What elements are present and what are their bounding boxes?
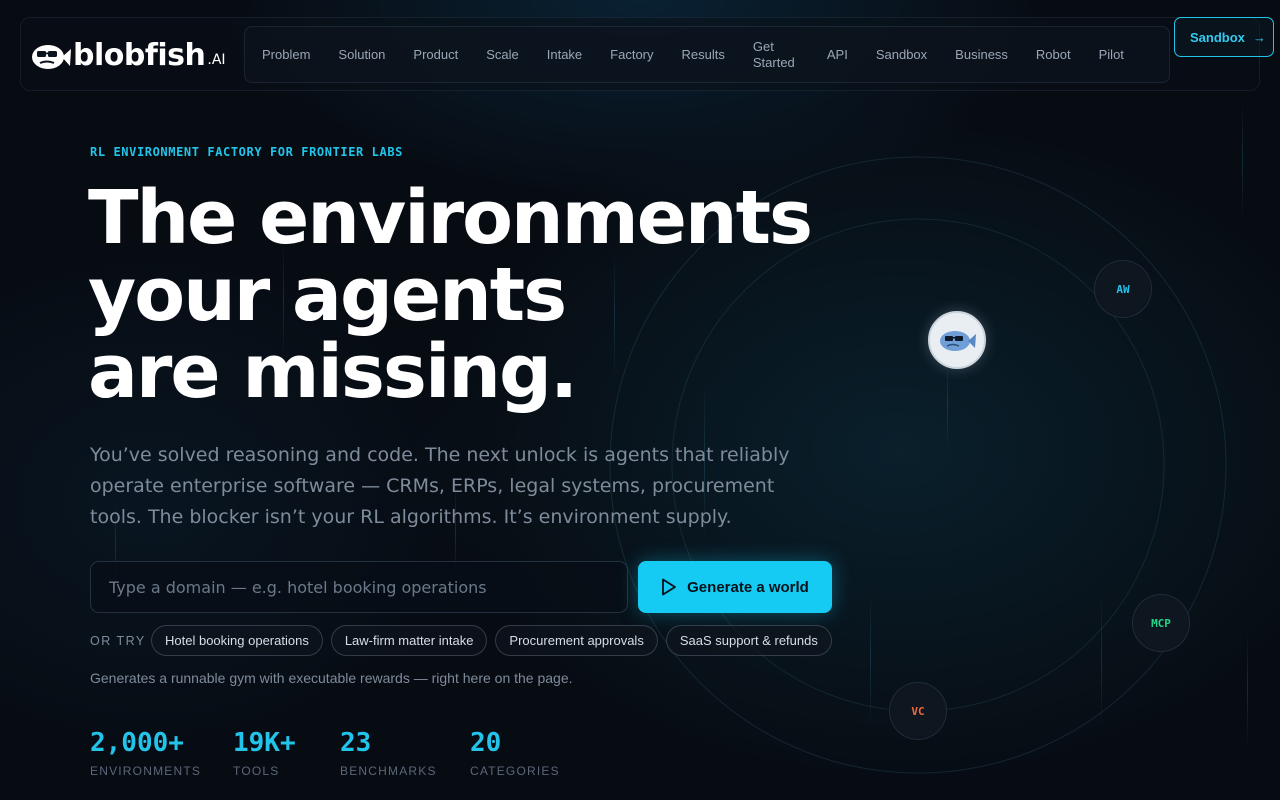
blobfish-mascot-icon [928,311,986,369]
chip-saas-support[interactable]: SaaS support & refunds [665,625,832,656]
stat-value: 19K+ [233,728,296,758]
stat-label: BENCHMARKS [340,764,437,778]
hero-note: Generates a runnable gym with executable… [90,670,573,686]
hero-headline: The environments your agents are missing… [88,180,848,411]
nav-item-robot[interactable]: Robot [1022,47,1085,63]
stat-value: 2,000+ [90,728,184,758]
hero-subtext: You’ve solved reasoning and code. The ne… [90,444,790,528]
nav-item-api[interactable]: API [813,47,862,63]
nav-item-results[interactable]: Results [668,47,739,63]
sandbox-cta-label: Sandbox [1190,29,1245,45]
stat-benchmarks: 23 BENCHMARKS [340,728,437,778]
nav-menu: Problem Solution Product Scale Intake Fa… [244,26,1170,83]
nav-item-sandbox[interactable]: Sandbox [862,47,941,63]
generate-world-button[interactable]: Generate a world [638,561,832,613]
orbit-node-aw-label: AW [1116,282,1130,296]
chip-procurement-approvals[interactable]: Procurement approvals [495,625,658,656]
orbit-node-vc: VC [889,682,947,740]
stat-tools: 19K+ TOOLS [233,728,296,778]
nav-item-intake[interactable]: Intake [533,47,596,63]
sandbox-cta-button[interactable]: Sandbox → [1174,17,1274,57]
top-navbar: blobfish .AI Problem Solution Product Sc… [20,17,1260,91]
orbit-node-aw: AW [1094,260,1152,318]
arrow-right-icon: → [1252,29,1266,45]
chip-hotel-booking[interactable]: Hotel booking operations [151,625,323,656]
orbit-node-vc-label: VC [911,704,925,718]
nav-item-factory[interactable]: Factory [596,47,667,63]
stat-value: 23 [340,728,372,758]
nav-item-get-started[interactable]: Get Started [739,39,813,71]
stat-label: TOOLS [233,764,280,778]
headline-line-2: your agents [88,252,567,338]
chip-law-firm-intake[interactable]: Law-firm matter intake [330,625,488,656]
nav-item-product[interactable]: Product [399,47,472,63]
or-try-label: OR TRY [90,634,146,648]
orbit-node-mcp-label: MCP [1151,616,1171,630]
suggestion-chips: Hotel booking operations Law-firm matter… [151,625,832,656]
nav-item-solution[interactable]: Solution [324,47,399,63]
nav-item-pilot[interactable]: Pilot [1085,47,1138,63]
generate-world-label: Generate a world [687,578,809,596]
nav-item-business[interactable]: Business [941,47,1022,63]
stat-categories: 20 CATEGORIES [470,728,560,778]
play-icon [662,578,677,596]
brand-suffix: .AI [207,51,226,68]
nav-item-problem[interactable]: Problem [248,47,324,63]
orbit-node-mcp: MCP [1132,594,1190,652]
blobfish-logo-icon [32,44,71,69]
headline-line-3: are missing. [88,329,578,415]
domain-input[interactable] [90,561,628,613]
brand-name: blobfish [73,38,206,73]
stat-environments: 2,000+ ENVIRONMENTS [90,728,201,778]
hero-eyebrow: RL ENVIRONMENT FACTORY FOR FRONTIER LABS [90,145,403,159]
brand-logo[interactable]: blobfish .AI [29,38,226,73]
headline-line-1: The environments [88,175,813,261]
stat-value: 20 [470,728,502,758]
stat-label: ENVIRONMENTS [90,764,202,778]
stat-label: CATEGORIES [470,764,560,778]
nav-item-scale[interactable]: Scale [472,47,533,63]
